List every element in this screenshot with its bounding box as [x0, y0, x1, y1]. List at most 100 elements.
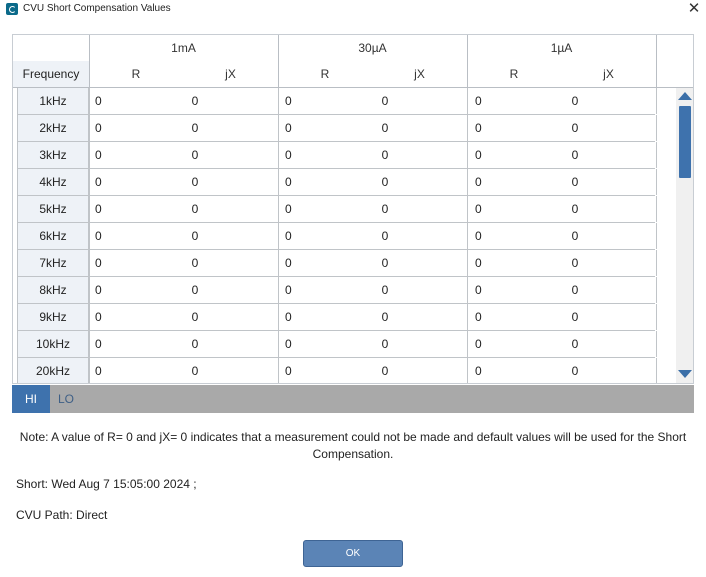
jx-value-cell[interactable]: 0	[375, 169, 395, 195]
r-value-cell[interactable]: 0	[285, 196, 292, 222]
r-value-cell[interactable]: 0	[475, 196, 482, 222]
jx-value-cell[interactable]: 0	[565, 169, 585, 195]
window-title: CVU Short Compensation Values	[23, 3, 171, 14]
tab-hi[interactable]: HI	[12, 385, 50, 413]
jx-value-cell[interactable]: 0	[185, 88, 205, 114]
table-row: 7kHz 0 0 0 0 0 0	[17, 250, 657, 277]
column-divider	[89, 115, 90, 141]
column-divider	[467, 277, 468, 303]
column-divider	[89, 223, 90, 249]
r-value-cell[interactable]: 0	[95, 142, 102, 168]
r-value-cell[interactable]: 0	[95, 358, 102, 383]
jx-value-cell[interactable]: 0	[375, 331, 395, 357]
r-value-cell[interactable]: 0	[95, 88, 102, 114]
column-divider	[89, 304, 90, 330]
jx-value-cell[interactable]: 0	[565, 331, 585, 357]
r-value-cell[interactable]: 0	[95, 115, 102, 141]
column-divider	[656, 169, 657, 195]
r-value-cell[interactable]: 0	[95, 250, 102, 276]
tab-lo[interactable]: LO	[50, 385, 82, 413]
r-value-cell[interactable]: 0	[475, 88, 482, 114]
r-value-cell[interactable]: 0	[95, 277, 102, 303]
r-value-cell[interactable]: 0	[475, 277, 482, 303]
jx-value-cell[interactable]: 0	[565, 196, 585, 222]
jx-value-cell[interactable]: 0	[375, 358, 395, 383]
column-divider	[278, 331, 279, 357]
r-value-cell[interactable]: 0	[285, 115, 292, 141]
column-divider	[278, 277, 279, 303]
scrollbar-thumb[interactable]	[679, 106, 691, 178]
column-divider	[89, 331, 90, 357]
jx-value-cell[interactable]: 0	[375, 277, 395, 303]
column-divider	[278, 223, 279, 249]
jx-value-cell[interactable]: 0	[565, 250, 585, 276]
column-divider	[89, 250, 90, 276]
r-value-cell[interactable]: 0	[285, 277, 292, 303]
r-value-cell[interactable]: 0	[285, 358, 292, 383]
r-value-cell[interactable]: 0	[95, 331, 102, 357]
r-value-cell[interactable]: 0	[285, 169, 292, 195]
jx-value-cell[interactable]: 0	[185, 142, 205, 168]
jx-value-cell[interactable]: 0	[375, 115, 395, 141]
jx-value-cell[interactable]: 0	[185, 196, 205, 222]
jx-value-cell[interactable]: 0	[185, 250, 205, 276]
column-divider	[89, 277, 90, 303]
r-value-cell[interactable]: 0	[95, 223, 102, 249]
column-divider	[89, 169, 90, 195]
scroll-up-arrow-icon[interactable]	[678, 92, 692, 100]
jx-value-cell[interactable]: 0	[375, 88, 395, 114]
r-value-cell[interactable]: 0	[285, 142, 292, 168]
r-value-cell[interactable]: 0	[285, 304, 292, 330]
r-value-cell[interactable]: 0	[475, 142, 482, 168]
frequency-cell: 9kHz	[17, 304, 89, 330]
jx-value-cell[interactable]: 0	[375, 223, 395, 249]
ok-button[interactable]: OK	[303, 540, 403, 567]
r-value-cell[interactable]: 0	[285, 331, 292, 357]
jx-value-cell[interactable]: 0	[565, 223, 585, 249]
cvu-path: CVU Path: Direct	[16, 508, 108, 522]
title-bar: CVU Short Compensation Values ✕	[0, 0, 706, 20]
r-value-cell[interactable]: 0	[475, 331, 482, 357]
jx-value-cell[interactable]: 0	[565, 115, 585, 141]
r-value-cell[interactable]: 0	[285, 223, 292, 249]
jx-value-cell[interactable]: 0	[375, 304, 395, 330]
jx-value-cell[interactable]: 0	[185, 223, 205, 249]
jx-value-cell[interactable]: 0	[185, 358, 205, 383]
r-value-cell[interactable]: 0	[285, 250, 292, 276]
jx-value-cell[interactable]: 0	[185, 169, 205, 195]
jx-value-cell[interactable]: 0	[185, 304, 205, 330]
jx-value-cell[interactable]: 0	[185, 115, 205, 141]
app-logo-icon	[6, 3, 18, 15]
vertical-scrollbar[interactable]	[676, 88, 693, 383]
r-value-cell[interactable]: 0	[95, 169, 102, 195]
r-value-cell[interactable]: 0	[475, 250, 482, 276]
table-row: 1kHz 0 0 0 0 0 0	[17, 88, 657, 115]
r-value-cell[interactable]: 0	[475, 304, 482, 330]
close-button[interactable]: ✕	[684, 0, 704, 18]
column-divider	[89, 196, 90, 222]
column-divider	[656, 358, 657, 383]
r-value-cell[interactable]: 0	[475, 169, 482, 195]
table-row: 20kHz 0 0 0 0 0 0	[17, 358, 657, 383]
jx-value-cell[interactable]: 0	[375, 142, 395, 168]
r-value-cell[interactable]: 0	[475, 358, 482, 383]
r-value-cell[interactable]: 0	[95, 304, 102, 330]
jx-value-cell[interactable]: 0	[185, 331, 205, 357]
r-value-cell[interactable]: 0	[285, 88, 292, 114]
r-value-cell[interactable]: 0	[475, 223, 482, 249]
jx-value-cell[interactable]: 0	[185, 277, 205, 303]
frequency-cell: 8kHz	[17, 277, 89, 303]
jx-value-cell[interactable]: 0	[565, 142, 585, 168]
r-value-cell[interactable]: 0	[95, 196, 102, 222]
jx-value-cell[interactable]: 0	[565, 277, 585, 303]
jx-value-cell[interactable]: 0	[375, 250, 395, 276]
scroll-down-arrow-icon[interactable]	[678, 370, 692, 378]
jx-value-cell[interactable]: 0	[565, 88, 585, 114]
jx-value-cell[interactable]: 0	[565, 358, 585, 383]
jx-value-cell[interactable]: 0	[375, 196, 395, 222]
header-divider	[656, 35, 657, 88]
column-divider	[278, 304, 279, 330]
jx-value-cell[interactable]: 0	[565, 304, 585, 330]
r-value-cell[interactable]: 0	[475, 115, 482, 141]
column-divider	[467, 358, 468, 383]
